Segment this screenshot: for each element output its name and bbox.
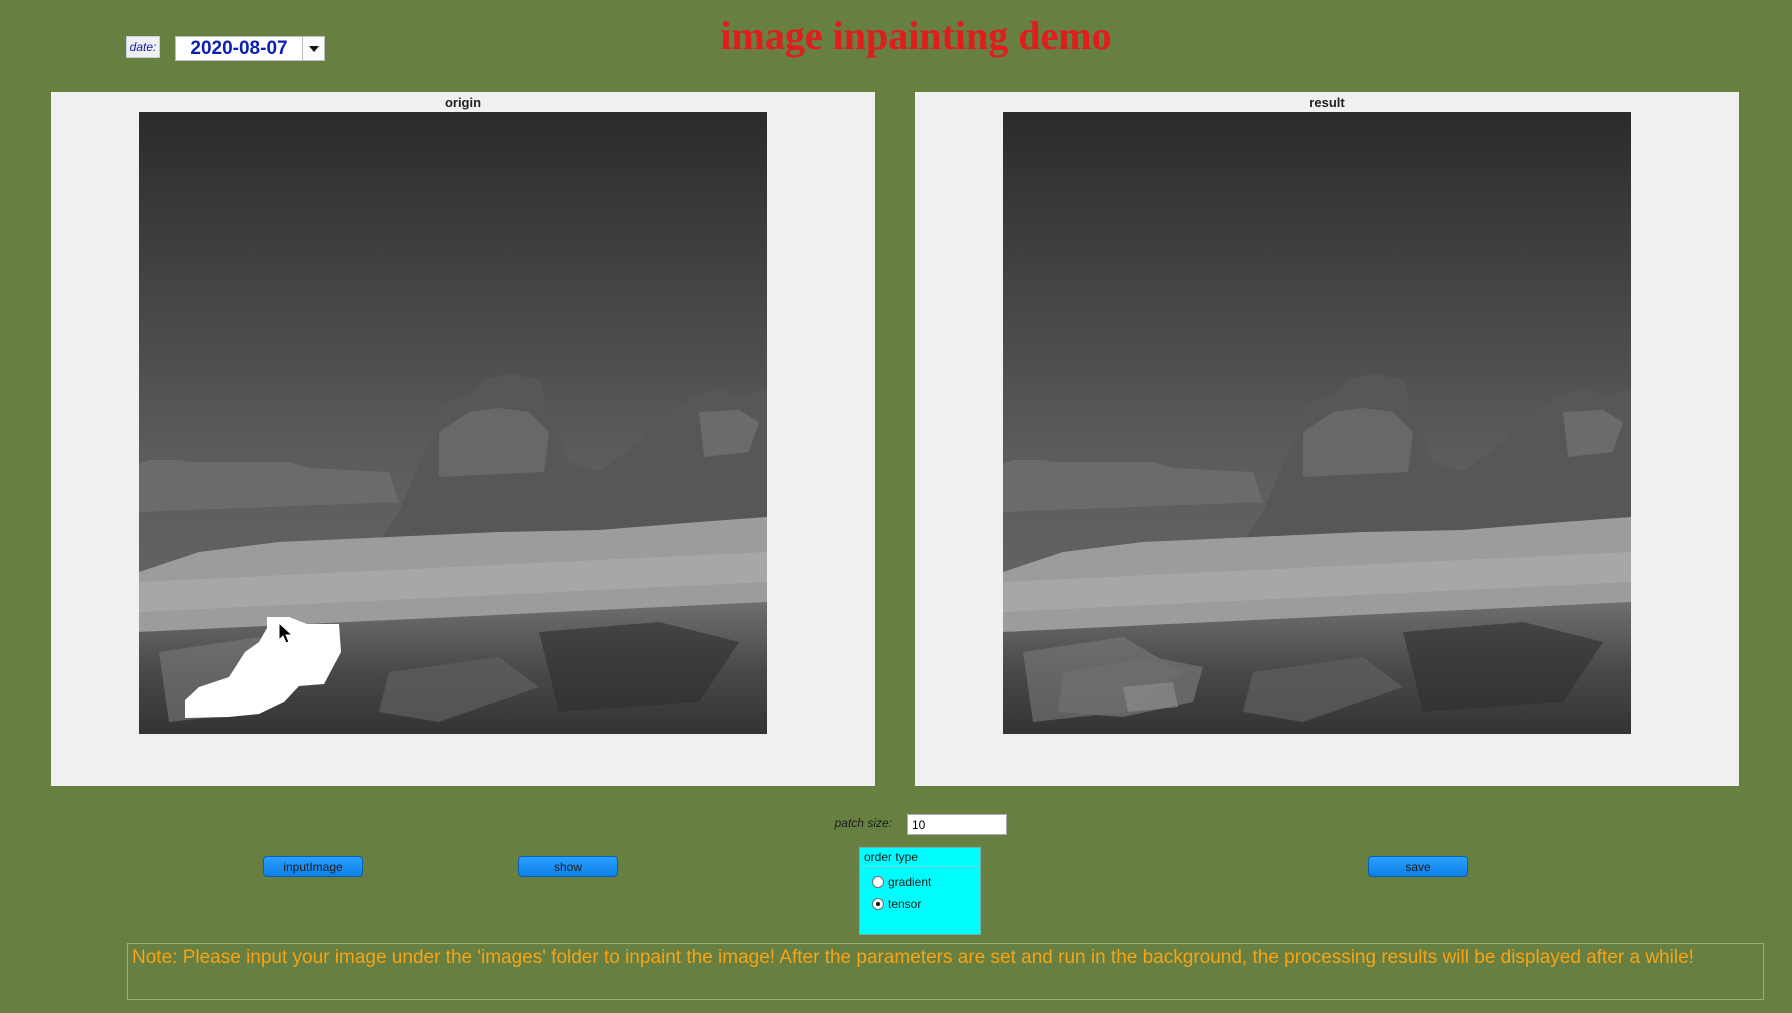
save-button[interactable]: save — [1368, 856, 1468, 877]
radio-gradient-label: gradient — [888, 875, 932, 889]
origin-panel: origin — [51, 92, 875, 786]
result-panel-title: result — [1309, 95, 1345, 110]
order-type-divider — [861, 866, 979, 867]
radio-gradient-indicator[interactable] — [872, 876, 884, 888]
date-picker[interactable]: 2020-08-07 — [175, 36, 325, 61]
chevron-down-icon[interactable] — [302, 37, 324, 60]
patch-size-input[interactable] — [907, 814, 1007, 835]
input-image-button[interactable]: inputImage — [263, 856, 363, 877]
origin-image[interactable] — [139, 112, 767, 734]
order-type-title: order type — [864, 850, 919, 864]
date-value[interactable]: 2020-08-07 — [176, 38, 302, 60]
show-button[interactable]: show — [518, 856, 618, 877]
result-panel: result — [915, 92, 1739, 786]
result-image[interactable] — [1003, 112, 1631, 734]
note-text: Note: Please input your image under the … — [127, 943, 1764, 1000]
page-title: image inpainting demo — [720, 13, 1112, 58]
radio-tensor-label: tensor — [888, 897, 922, 911]
patch-size-label: patch size: — [834, 816, 892, 830]
date-label: date: — [126, 36, 160, 58]
radio-tensor[interactable]: tensor — [872, 897, 921, 911]
order-type-group: order type gradient tensor — [859, 847, 981, 935]
origin-panel-title: origin — [444, 95, 482, 110]
radio-gradient[interactable]: gradient — [872, 875, 931, 889]
radio-tensor-indicator[interactable] — [872, 898, 884, 910]
